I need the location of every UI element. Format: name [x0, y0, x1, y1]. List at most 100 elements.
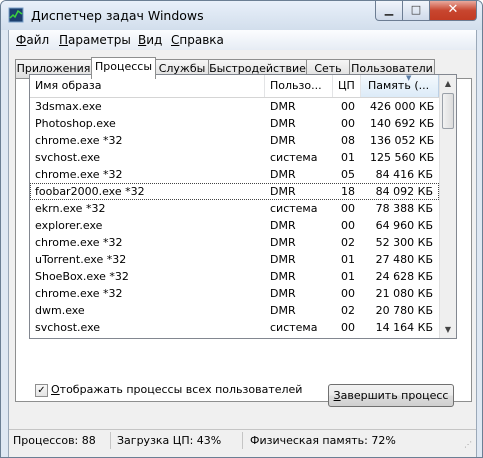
process-name: svchost.exe [35, 321, 101, 334]
process-memory: 14 164 КБ [375, 321, 433, 334]
process-name: 3dsmax.exe [35, 100, 102, 113]
table-row[interactable]: uTorrent.exe *32 DMR 01 27 480 КБ [30, 251, 439, 268]
table-row[interactable]: chrome.exe *32 DMR 05 84 416 КБ [30, 166, 439, 183]
table-row[interactable]: dwm.exe DMR 02 20 780 КБ [30, 302, 439, 319]
process-memory: 125 560 КБ [370, 151, 435, 164]
process-cpu: 00 [341, 287, 355, 300]
column-memory[interactable]: ▼ Память (... [361, 75, 439, 97]
table-row[interactable]: ShoeBox.exe *32 DMR 01 24 628 КБ [30, 268, 439, 285]
scroll-thumb[interactable] [442, 93, 454, 129]
table-row[interactable]: svchost.exe система 01 125 560 КБ [30, 149, 439, 166]
menu-file[interactable]: Файл [16, 33, 49, 47]
process-user: DMR [270, 185, 296, 198]
table-row[interactable]: chrome.exe *32 DMR 08 136 052 КБ [30, 132, 439, 149]
process-cpu: 00 [341, 321, 355, 334]
process-user: DMR [270, 134, 296, 147]
process-name: uTorrent.exe *32 [35, 253, 127, 266]
table-row[interactable]: chrome.exe *32 DMR 02 52 300 КБ [30, 234, 439, 251]
status-cpu: Загрузка ЦП: 43% [117, 434, 222, 447]
process-cpu: 02 [341, 304, 355, 317]
process-memory: 78 388 КБ [375, 202, 433, 215]
process-memory: 84 092 КБ [375, 185, 433, 198]
title-bar[interactable]: Диспетчер задач Windows ▁ □ ✕ [1, 1, 482, 30]
scroll-down-icon[interactable]: ▼ [440, 321, 456, 338]
client-area: Файл Параметры Вид Справка Приложения Пр… [8, 30, 477, 457]
status-bar: Процессов: 88 Загрузка ЦП: 43% Физическа… [9, 429, 476, 452]
process-list[interactable]: Имя образа Пользо... ЦП ▼ Память (... 3d… [29, 74, 457, 339]
show-all-users-label[interactable]: Отображать процессы всех пользователей [51, 383, 302, 396]
process-memory: 140 692 КБ [370, 117, 435, 130]
process-user: система [270, 202, 318, 215]
process-cpu: 08 [341, 134, 355, 147]
menu-view[interactable]: Вид [138, 33, 162, 47]
process-user: DMR [270, 304, 296, 317]
process-name: svchost.exe [35, 151, 101, 164]
close-button[interactable]: ✕ [429, 1, 477, 21]
process-memory: 20 780 КБ [375, 304, 433, 317]
table-row[interactable]: explorer.exe DMR 00 64 960 КБ [30, 217, 439, 234]
minimize-button[interactable]: ▁ [375, 1, 403, 21]
status-processes: Процессов: 88 [13, 434, 96, 447]
table-row[interactable]: ekrn.exe *32 система 00 78 388 КБ [30, 200, 439, 217]
column-cpu[interactable]: ЦП [333, 75, 361, 97]
process-user: DMR [270, 168, 296, 181]
show-all-users-checkbox[interactable]: ✓ [35, 384, 48, 397]
process-cpu: 18 [341, 185, 355, 198]
process-user: DMR [270, 287, 296, 300]
table-row[interactable]: foobar2000.exe *32 DMR 18 84 092 КБ [30, 183, 439, 200]
resize-grip-icon[interactable]: ⋰ [464, 440, 474, 450]
process-cpu: 00 [341, 219, 355, 232]
status-memory: Физическая память: 72% [250, 434, 396, 447]
process-name: ekrn.exe *32 [35, 202, 106, 215]
table-row[interactable]: svchost.exe система 00 14 164 КБ [30, 319, 439, 336]
process-cpu: 02 [341, 236, 355, 249]
column-user[interactable]: Пользо... [265, 75, 333, 97]
process-user: DMR [270, 100, 296, 113]
process-user: DMR [270, 219, 296, 232]
process-memory: 84 416 КБ [375, 168, 433, 181]
menu-bar: Файл Параметры Вид Справка [9, 30, 476, 50]
process-user: DMR [270, 236, 296, 249]
process-name: chrome.exe *32 [35, 168, 123, 181]
process-cpu: 00 [341, 202, 355, 215]
process-name: chrome.exe *32 [35, 134, 123, 147]
process-name: chrome.exe *32 [35, 287, 123, 300]
process-user: система [270, 321, 318, 334]
maximize-button[interactable]: □ [402, 1, 430, 21]
process-memory: 27 480 КБ [375, 253, 433, 266]
tab-processes[interactable]: Процессы [91, 57, 156, 79]
menu-options[interactable]: Параметры [59, 33, 131, 47]
process-name: chrome.exe *32 [35, 236, 123, 249]
process-cpu: 00 [341, 100, 355, 113]
task-manager-icon [8, 7, 24, 23]
task-manager-window: Диспетчер задач Windows ▁ □ ✕ Файл Парам… [0, 0, 483, 458]
process-name: dwm.exe [35, 304, 85, 317]
table-row[interactable]: 3dsmax.exe DMR 00 426 000 КБ [30, 98, 439, 115]
table-row[interactable]: Photoshop.exe DMR 00 140 692 КБ [30, 115, 439, 132]
process-cpu: 01 [341, 270, 355, 283]
process-memory: 52 300 КБ [375, 236, 433, 249]
process-cpu: 00 [341, 117, 355, 130]
status-divider [110, 432, 111, 449]
process-user: система [270, 151, 318, 164]
process-name: foobar2000.exe *32 [35, 185, 145, 198]
process-cpu: 01 [341, 253, 355, 266]
window-title: Диспетчер задач Windows [31, 8, 204, 23]
process-memory: 21 080 КБ [375, 287, 433, 300]
process-name: explorer.exe [35, 219, 103, 232]
process-memory: 64 960 КБ [375, 219, 433, 232]
process-user: DMR [270, 270, 296, 283]
process-name: ShoeBox.exe *32 [35, 270, 129, 283]
table-row[interactable]: chrome.exe *32 DMR 00 21 080 КБ [30, 285, 439, 302]
status-divider [242, 432, 243, 449]
process-user: DMR [270, 117, 296, 130]
sort-descending-icon: ▼ [406, 74, 412, 82]
process-memory: 426 000 КБ [370, 100, 435, 113]
process-cpu: 05 [341, 168, 355, 181]
scroll-up-icon[interactable]: ▲ [440, 75, 456, 92]
end-process-button[interactable]: Завершить процесс [328, 384, 454, 407]
process-cpu: 01 [341, 151, 355, 164]
column-memory-label: Память (... [368, 79, 430, 92]
vertical-scrollbar[interactable]: ▲ ▼ [439, 75, 456, 338]
menu-help[interactable]: Справка [171, 33, 224, 47]
